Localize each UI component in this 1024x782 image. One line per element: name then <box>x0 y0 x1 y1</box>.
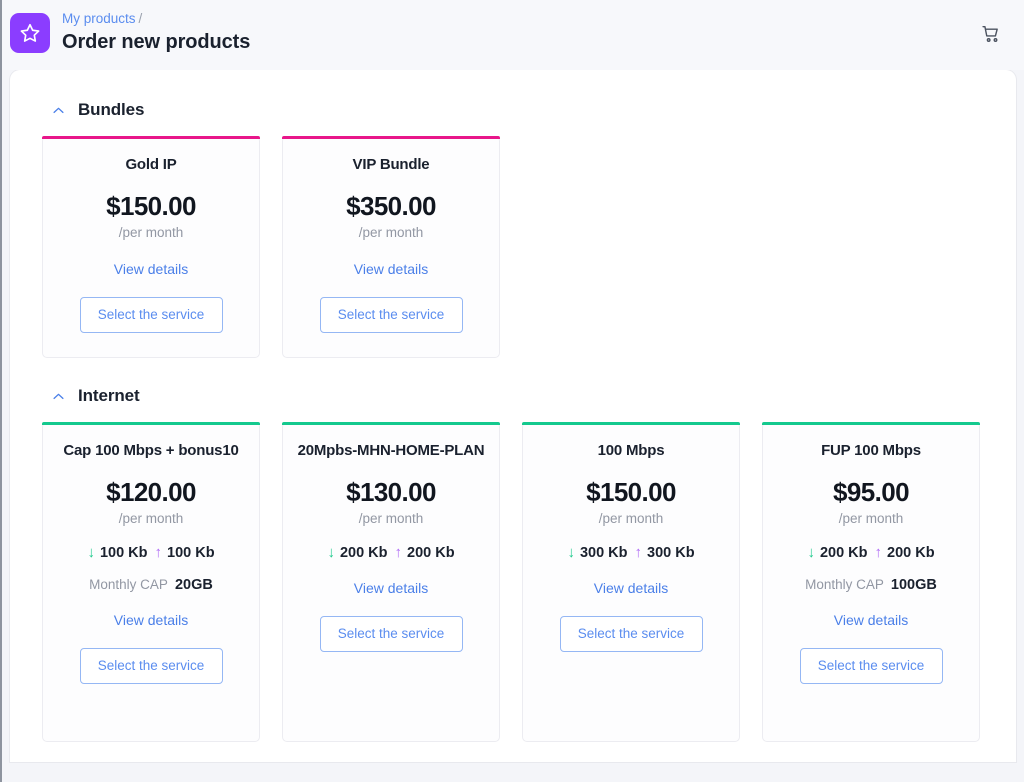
download-speed: ↓ 100 Kb <box>87 544 147 561</box>
view-details-link[interactable]: View details <box>594 579 668 598</box>
chevron-up-icon[interactable] <box>50 388 66 404</box>
product-card[interactable]: 20Mpbs-MHN-HOME-PLAN $130.00 /per month … <box>282 422 500 742</box>
arrow-up-icon: ↑ <box>394 544 403 561</box>
view-details-link[interactable]: View details <box>114 260 188 279</box>
breadcrumb: My products / <box>62 10 250 28</box>
section-header-internet[interactable]: Internet <box>42 382 984 422</box>
breadcrumb-link-my-products[interactable]: My products <box>62 11 136 26</box>
product-card-row-bundles: Gold IP $150.00 /per month View details … <box>42 136 984 358</box>
product-speeds: ↓ 300 Kb ↑ 300 Kb <box>567 544 694 561</box>
product-speeds: ↓ 200 Kb ↑ 200 Kb <box>807 544 934 561</box>
product-name: Cap 100 Mbps + bonus10 <box>63 442 239 459</box>
view-details-link[interactable]: View details <box>354 579 428 598</box>
upload-speed: ↑ 100 Kb <box>155 544 215 561</box>
product-section-internet: Internet Cap 100 Mbps + bonus10 $120.00 … <box>42 382 984 742</box>
header-titles: My products / Order new products <box>62 8 250 55</box>
product-billing-period: /per month <box>598 511 664 526</box>
upload-speed: ↑ 300 Kb <box>635 544 695 561</box>
view-details-link[interactable]: View details <box>354 260 428 279</box>
arrow-down-icon: ↓ <box>807 544 815 561</box>
upload-speed-value: 200 Kb <box>407 544 455 561</box>
product-price: $95.00 <box>833 477 910 507</box>
product-price: $130.00 <box>346 477 436 507</box>
upload-speed-value: 300 Kb <box>647 544 695 561</box>
download-speed-value: 300 Kb <box>579 544 628 561</box>
sections-container: Bundles Gold IP $150.00 /per month View … <box>42 70 984 742</box>
shopping-cart-icon <box>981 24 1001 47</box>
product-card-row-internet: Cap 100 Mbps + bonus10 $120.00 /per mont… <box>42 422 984 742</box>
select-service-button[interactable]: Select the service <box>79 648 223 684</box>
product-billing-period: /per month <box>358 225 424 240</box>
product-card[interactable]: 100 Mbps $150.00 /per month ↓ 300 Kb ↑ 3… <box>522 422 740 742</box>
product-price: $150.00 <box>106 191 196 221</box>
upload-speed-value: 200 Kb <box>887 544 935 561</box>
product-name: VIP Bundle <box>352 156 430 173</box>
product-billing-period: /per month <box>118 511 184 526</box>
product-section-bundles: Bundles Gold IP $150.00 /per month View … <box>42 70 984 358</box>
panel-bottom-spacer <box>2 762 1024 782</box>
product-name: 20Mpbs-MHN-HOME-PLAN <box>297 442 485 459</box>
product-billing-period: /per month <box>838 511 904 526</box>
upload-speed-value: 100 Kb <box>167 544 215 561</box>
download-speed: ↓ 200 Kb <box>327 544 387 561</box>
upload-speed: ↑ 200 Kb <box>875 544 935 561</box>
arrow-up-icon: ↑ <box>874 544 883 561</box>
upload-speed: ↑ 200 Kb <box>395 544 455 561</box>
product-billing-period: /per month <box>358 511 424 526</box>
download-speed-value: 200 Kb <box>339 544 388 561</box>
select-service-button[interactable]: Select the service <box>319 616 463 652</box>
view-details-link[interactable]: View details <box>114 611 188 630</box>
arrow-down-icon: ↓ <box>327 544 335 561</box>
product-speeds: ↓ 200 Kb ↑ 200 Kb <box>327 544 454 561</box>
select-service-button[interactable]: Select the service <box>79 297 223 333</box>
product-price: $150.00 <box>586 477 676 507</box>
brand-logo[interactable] <box>10 13 50 53</box>
page-title: Order new products <box>62 31 251 53</box>
product-card[interactable]: VIP Bundle $350.00 /per month View detai… <box>282 136 500 358</box>
breadcrumb-separator: / <box>138 11 143 26</box>
monthly-cap-label: Monthly CAP <box>89 577 168 592</box>
star-icon <box>19 22 41 44</box>
chevron-up-icon[interactable] <box>50 102 66 118</box>
page-header: My products / Order new products <box>2 0 1024 70</box>
arrow-up-icon: ↑ <box>154 544 163 561</box>
product-card[interactable]: FUP 100 Mbps $95.00 /per month ↓ 200 Kb … <box>762 422 980 742</box>
product-billing-period: /per month <box>118 225 184 240</box>
app-root: My products / Order new products Bundles… <box>0 0 1024 782</box>
select-service-button[interactable]: Select the service <box>319 297 463 333</box>
select-service-button[interactable]: Select the service <box>799 648 943 684</box>
product-card[interactable]: Gold IP $150.00 /per month View details … <box>42 136 260 358</box>
select-service-button[interactable]: Select the service <box>559 616 703 652</box>
monthly-cap-value: 20GB <box>174 577 213 593</box>
product-name: FUP 100 Mbps <box>821 442 921 459</box>
download-speed-value: 200 Kb <box>819 544 868 561</box>
product-price: $120.00 <box>106 477 196 507</box>
section-header-bundles[interactable]: Bundles <box>42 70 984 136</box>
section-title-internet: Internet <box>78 386 140 405</box>
product-monthly-cap: Monthly CAP 20GB <box>89 577 213 593</box>
header-actions <box>978 8 1008 48</box>
download-speed: ↓ 200 Kb <box>807 544 867 561</box>
monthly-cap-label: Monthly CAP <box>805 577 884 592</box>
product-price: $350.00 <box>346 191 436 221</box>
product-speeds: ↓ 100 Kb ↑ 100 Kb <box>87 544 214 561</box>
section-title-bundles: Bundles <box>78 100 145 119</box>
product-card[interactable]: Cap 100 Mbps + bonus10 $120.00 /per mont… <box>42 422 260 742</box>
product-name: Gold IP <box>125 156 177 173</box>
download-speed: ↓ 300 Kb <box>567 544 627 561</box>
download-speed-value: 100 Kb <box>99 544 148 561</box>
main-panel: Bundles Gold IP $150.00 /per month View … <box>10 70 1016 762</box>
arrow-up-icon: ↑ <box>634 544 643 561</box>
monthly-cap-value: 100GB <box>890 577 937 593</box>
arrow-down-icon: ↓ <box>567 544 575 561</box>
product-name: 100 Mbps <box>597 442 665 459</box>
view-details-link[interactable]: View details <box>834 611 908 630</box>
product-monthly-cap: Monthly CAP 100GB <box>805 577 937 593</box>
arrow-down-icon: ↓ <box>87 544 95 561</box>
cart-button[interactable] <box>978 22 1004 48</box>
